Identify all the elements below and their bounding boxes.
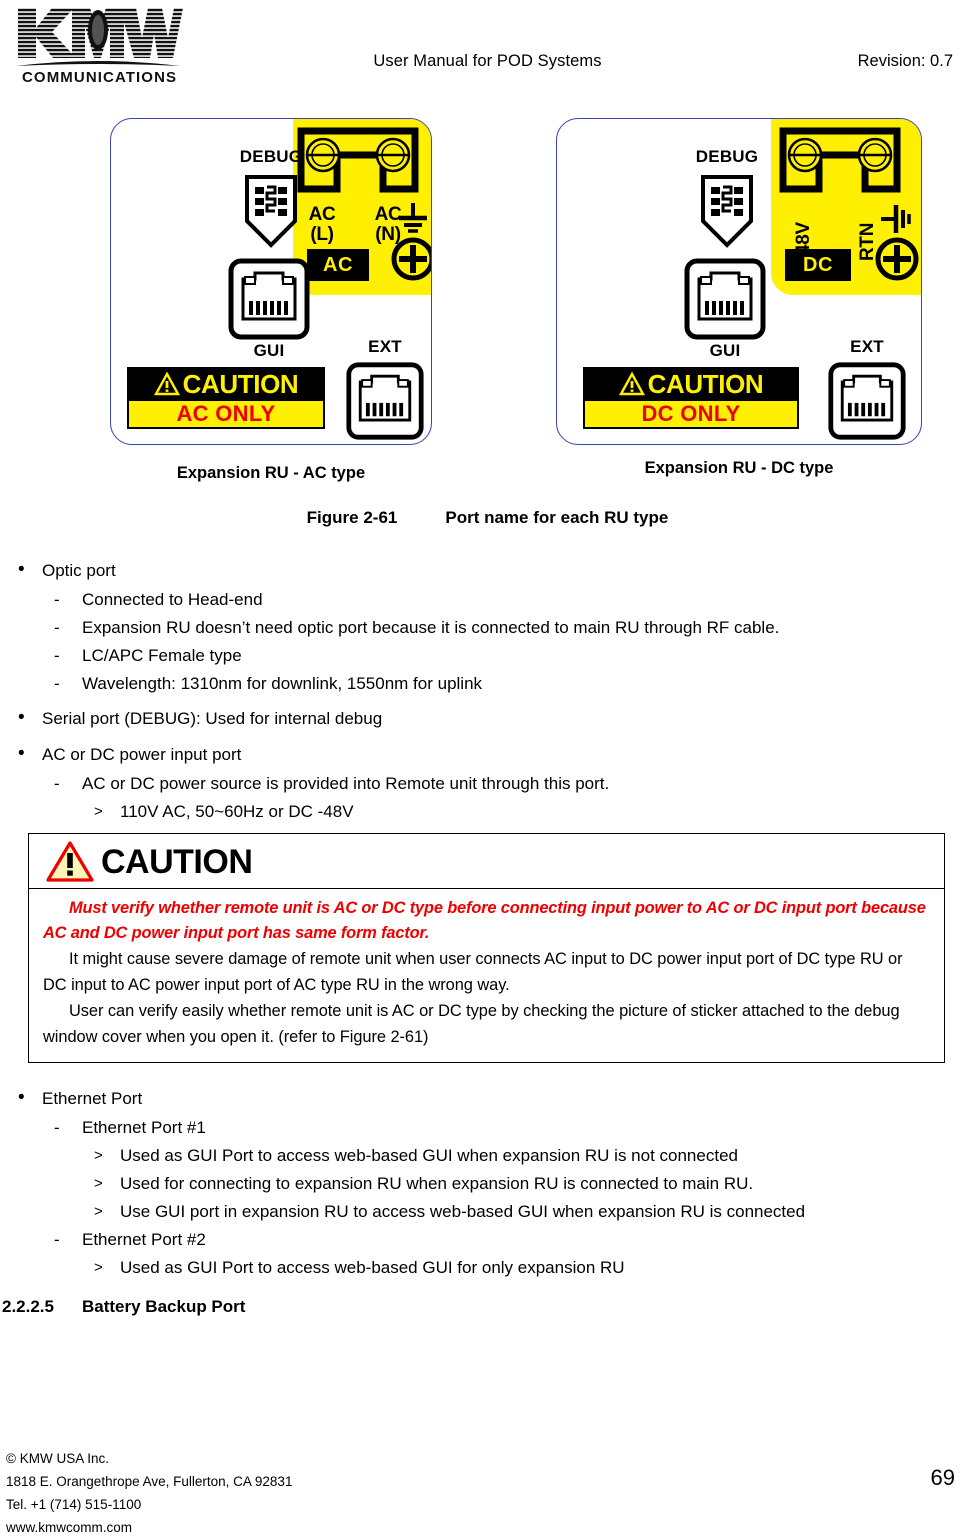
warning-triangle-icon [46, 841, 94, 882]
sticker-caution-band: CAUTION [127, 367, 325, 401]
dc-terminal-block [779, 127, 901, 199]
debug-connector-icon [697, 173, 757, 249]
figure-number: Figure 2-61 [306, 508, 398, 527]
ground-symbol-icon [389, 201, 431, 287]
footer-copyright: © KMW USA Inc. [6, 1451, 109, 1466]
debug-port-label: DEBUG [695, 147, 759, 166]
bullet-voltage-spec: 110V AC, 50~60Hz or DC -48V [0, 798, 975, 826]
warning-triangle-icon [618, 372, 645, 396]
gui-rj45-port-icon [227, 257, 311, 341]
body-content-lower: Ethernet Port Ethernet Port #1 Used as G… [0, 1078, 975, 1282]
sticker-only-band: DC ONLY [583, 401, 799, 429]
gui-rj45-port-icon [683, 257, 767, 341]
bullet-eth1-gui-access: Used as GUI Port to access web-based GUI… [0, 1142, 975, 1170]
figure-title: Figure 2-61 Port name for each RU type [0, 508, 975, 528]
footer-telephone: Tel. +1 (714) 515-1100 [6, 1497, 142, 1512]
caution-callout-box: CAUTION Must verify whether remote unit … [28, 833, 945, 1063]
bullet-eth2-gui-expansion: Used as GUI Port to access web-based GUI… [0, 1254, 975, 1282]
figure-caption-ac: Expansion RU - AC type [176, 464, 366, 482]
debug-connector-icon [241, 173, 301, 249]
dc-type-badge: DC [785, 249, 851, 281]
caution-sticker-ac: CAUTION AC ONLY [127, 367, 325, 429]
footer-address: 1818 E. Orangethrope Ave, Fullerton, CA … [6, 1474, 293, 1489]
body-content-upper: Optic port Connected to Head-end Expansi… [0, 550, 975, 826]
bullet-lc-apc: LC/APC Female type [0, 642, 975, 670]
page-footer: © KMW USA Inc. 1818 E. Orangethrope Ave,… [6, 1447, 292, 1539]
sticker-only-band: AC ONLY [127, 401, 325, 429]
header-revision: Revision: 0.7 [857, 52, 953, 70]
bullet-eth1-expansion-connect: Used for connecting to expansion RU when… [0, 1170, 975, 1198]
caution-heading: CAUTION [101, 843, 253, 881]
sticker-caution-band: CAUTION [583, 367, 799, 401]
figure-diagram: AC (L) AC (N) AC DEBUG GUI CAUTION AC ON… [0, 112, 975, 482]
section-title: Battery Backup Port [82, 1297, 246, 1316]
gui-port-label: GUI [709, 341, 741, 360]
ac-type-badge: AC [307, 249, 369, 281]
bullet-wavelength: Wavelength: 1310nm for downlink, 1550nm … [0, 670, 975, 698]
caution-box-header: CAUTION [29, 834, 944, 889]
page-number: 69 [930, 1465, 955, 1490]
bullet-expansion-ru-optic: Expansion RU doesn’t need optic port bec… [0, 614, 975, 642]
document-page: COMMUNICATIONS User Manual for POD Syste… [0, 0, 975, 1540]
sticker-only-text: DC ONLY [641, 401, 741, 426]
bullet-power-input-port: AC or DC power input port [0, 739, 975, 770]
panel-dc-type: -48V RTN DC DEBUG GUI CAUTION DC ONLY EX… [556, 118, 922, 445]
figure-title-text: Port name for each RU type [445, 508, 669, 527]
caution-red-text: Must verify whether remote unit is AC or… [43, 899, 926, 942]
warning-triangle-icon [153, 372, 180, 396]
bullet-connected-head-end: Connected to Head-end [0, 586, 975, 614]
caution-sticker-dc: CAUTION DC ONLY [583, 367, 799, 429]
ac-line-label: AC (L) [308, 204, 336, 245]
sticker-only-text: AC ONLY [176, 401, 276, 426]
debug-port-label: DEBUG [239, 147, 303, 166]
bullet-ethernet-port-2: Ethernet Port #2 [0, 1226, 975, 1254]
bullet-ethernet-port: Ethernet Port [0, 1083, 975, 1114]
ground-symbol-icon [873, 201, 921, 287]
bullet-power-source: AC or DC power source is provided into R… [0, 770, 975, 798]
ext-rj45-port-icon [827, 361, 907, 441]
caution-paragraph-2: User can verify easily whether remote un… [43, 1002, 900, 1046]
bullet-ethernet-port-1: Ethernet Port #1 [0, 1114, 975, 1142]
bullet-eth1-gui-expansion: Use GUI port in expansion RU to access w… [0, 1198, 975, 1226]
section-number: 2.2.2.5 [2, 1297, 54, 1316]
sticker-caution-text: CAUTION [182, 369, 299, 399]
kmw-logo: COMMUNICATIONS [12, 6, 184, 86]
caution-paragraph-1: It might cause severe damage of remote u… [43, 950, 903, 994]
panel-ac-type: AC (L) AC (N) AC DEBUG GUI CAUTION AC ON… [110, 118, 432, 445]
sticker-caution-text: CAUTION [647, 369, 764, 399]
gui-port-label: GUI [253, 341, 285, 360]
figure-caption-dc: Expansion RU - DC type [644, 459, 834, 477]
svg-text:COMMUNICATIONS: COMMUNICATIONS [22, 69, 177, 86]
page-header: COMMUNICATIONS User Manual for POD Syste… [0, 0, 975, 96]
ext-rj45-port-icon [345, 361, 425, 441]
ext-port-label: EXT [368, 337, 402, 356]
caution-box-body: Must verify whether remote unit is AC or… [29, 889, 944, 1062]
footer-website: www.kmwcomm.com [6, 1520, 133, 1535]
ext-port-label: EXT [850, 337, 884, 356]
bullet-optic-port: Optic port [0, 555, 975, 586]
bullet-serial-port: Serial port (DEBUG): Used for internal d… [0, 703, 975, 734]
header-title: User Manual for POD Systems [373, 52, 602, 70]
